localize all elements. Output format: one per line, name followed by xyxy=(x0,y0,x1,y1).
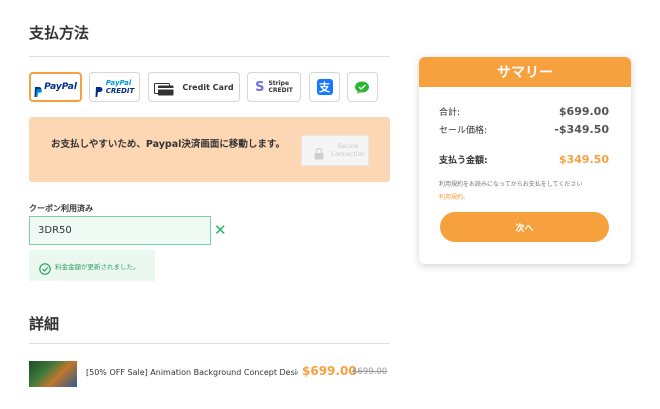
coupon-success-message: 料金金額が更新されました。 xyxy=(29,250,155,281)
credit-card-icon xyxy=(154,81,174,95)
summary-title: サマリー xyxy=(497,65,553,81)
paypal-label: PayPal xyxy=(44,82,77,92)
product-thumbnail xyxy=(29,361,77,387)
close-icon[interactable]: ✕ xyxy=(214,222,228,238)
summary-row-label: 合計: xyxy=(439,108,461,118)
secure-connection-badge: Secure Connection xyxy=(301,135,369,166)
product-price: $699.00 xyxy=(302,364,357,378)
product-name: [50% OFF Sale] Animation Background Conc… xyxy=(86,368,298,377)
paypal-credit-icon xyxy=(95,82,103,97)
summary-card: サマリー 合計: $699.00 セール価格: -$349.50 支払う金額: … xyxy=(419,57,631,264)
product-original-price: $699.00 xyxy=(352,367,388,377)
summary-row-sale: セール価格: -$349.50 xyxy=(439,123,609,136)
lock-icon xyxy=(314,145,324,159)
credit-card-label: Credit Card xyxy=(182,82,234,92)
paypal-button[interactable]: PayPal xyxy=(29,72,82,102)
paypal-credit-label-bottom: CREDIT xyxy=(105,87,135,95)
summary-row-value: -$349.50 xyxy=(554,123,609,136)
terms-text: 利用規約をお読みになってからお支払をしてください xyxy=(439,181,583,188)
divider xyxy=(29,56,390,57)
summary-header: サマリー xyxy=(419,57,631,87)
amount-due-label: 支払う金額: xyxy=(439,156,488,166)
check-circle-icon xyxy=(39,260,51,275)
wechat-icon xyxy=(354,80,371,94)
amount-due-value: $349.50 xyxy=(558,153,609,166)
coupon-label: クーポン利用済み xyxy=(29,204,93,213)
paypal-icon xyxy=(34,82,43,97)
paypal-credit-label-top: PayPal xyxy=(105,79,132,87)
paypal-credit-button[interactable]: PayPal CREDIT xyxy=(89,72,140,102)
payment-notice: お支払しやすいため、Paypal決済画面に移動します。 Secure Conne… xyxy=(29,117,390,182)
summary-row-amount-due: 支払う金額: $349.50 xyxy=(439,153,609,166)
terms-link[interactable]: 利用規約。 xyxy=(439,192,469,201)
summary-row-total: 合計: $699.00 xyxy=(439,105,609,118)
details-title: 詳細 xyxy=(29,315,60,333)
stripe-icon: S xyxy=(255,79,265,95)
divider xyxy=(29,343,390,344)
coupon-input[interactable]: 3DR50 xyxy=(29,216,211,245)
summary-row-value: $699.00 xyxy=(558,105,609,118)
secure-connection-text: Secure Connection xyxy=(331,142,365,158)
credit-card-button[interactable]: Credit Card xyxy=(148,72,240,102)
alipay-icon: 支 xyxy=(316,79,333,95)
payment-method-title: 支払方法 xyxy=(29,24,90,42)
stripe-label-top: Stripe xyxy=(268,80,290,87)
wechat-pay-button[interactable] xyxy=(347,72,378,102)
coupon-message-text: 料金金額が更新されました。 xyxy=(55,262,140,271)
summary-row-label: セール価格: xyxy=(439,126,488,136)
notice-text: お支払しやすいため、Paypal決済画面に移動します。 xyxy=(51,139,285,150)
next-button[interactable]: 次へ xyxy=(440,212,609,242)
stripe-credit-button[interactable]: S Stripe CREDIT xyxy=(247,72,301,102)
stripe-label-bottom: CREDIT xyxy=(268,87,293,94)
alipay-button[interactable]: 支 xyxy=(309,72,340,102)
